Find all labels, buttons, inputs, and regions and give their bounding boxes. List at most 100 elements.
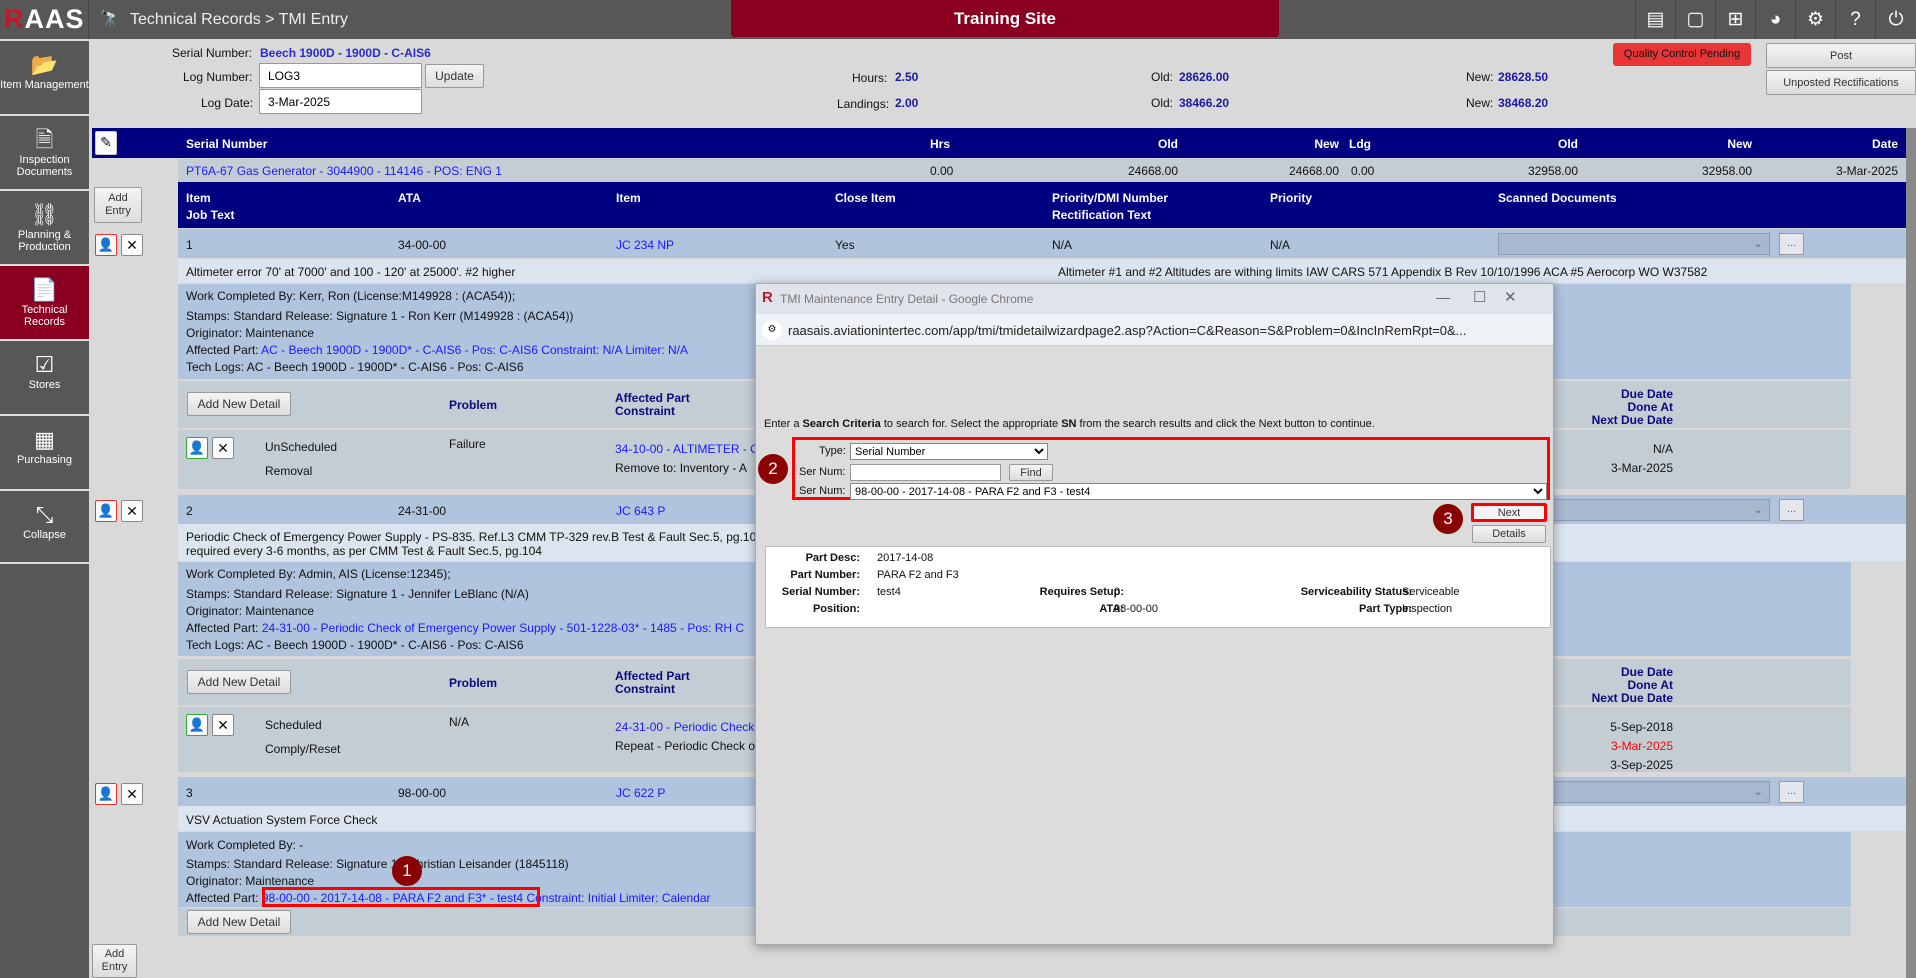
sidebar-item-inspection-documents[interactable]: 🗎 Inspection Documents (0, 114, 89, 189)
log-date-input[interactable] (259, 89, 422, 114)
post-button[interactable]: Post (1766, 43, 1916, 68)
entry-jc-link[interactable]: JC 622 P (616, 786, 665, 800)
user-search-icon[interactable]: 👤 (95, 783, 117, 805)
sidebar-item-stores[interactable]: ☑ Stores (0, 339, 89, 414)
serial-number-value[interactable]: Beech 1900D - 1900D - C-AIS6 (260, 46, 431, 60)
ser-num-input[interactable] (850, 464, 1001, 481)
pie-chart-icon[interactable]: ◕ (1755, 0, 1795, 39)
scanned-documents-browse-button[interactable]: ... (1779, 781, 1804, 803)
add-entry-button-bottom[interactable]: Add Entry (92, 944, 137, 978)
col-ldg-new: New (1727, 137, 1752, 151)
col-dmi-number: Priority/DMI Number (1052, 191, 1169, 205)
user-search-icon[interactable]: 👤 (186, 714, 208, 736)
raas-logo[interactable]: RAAS (0, 0, 89, 39)
sidebar-label: Purchasing (16, 454, 73, 466)
scrollbar[interactable] (1906, 128, 1916, 978)
user-search-icon[interactable]: 👤 (95, 234, 117, 256)
scanned-documents-browse-button[interactable]: ... (1779, 233, 1804, 255)
component-ldg-old: 32958.00 (1527, 164, 1578, 178)
affected-part-link[interactable]: 24-31-00 - Periodic Check of Emergency P… (262, 621, 744, 635)
landings-value: 2.00 (895, 96, 919, 110)
entry-number: 3 (186, 786, 193, 800)
next-button[interactable]: Next (1471, 503, 1547, 522)
component-ldg: 0.00 (1351, 164, 1375, 178)
log-number-input[interactable] (259, 63, 422, 88)
component-date: 3-Mar-2025 (1835, 164, 1898, 178)
entry-ata: 98-00-00 (398, 786, 447, 800)
clipboard-check-icon: ☑ (34, 352, 55, 377)
detail-part-link[interactable]: 24-31-00 - Periodic Check (615, 720, 754, 734)
originator: Originator: Maintenance (186, 874, 315, 888)
add-box-icon[interactable]: ⊞ (1715, 0, 1755, 39)
add-new-detail-button[interactable]: Add New Detail (187, 670, 291, 694)
col-hrs-new: New (1314, 137, 1339, 151)
entry-jc-link[interactable]: JC 234 NP (616, 238, 674, 252)
delete-entry-button[interactable]: ✕ (121, 500, 143, 522)
power-icon[interactable]: ⏻ (1875, 0, 1916, 39)
col-rectification-text: Rectification Text (1052, 208, 1152, 222)
serial-number-value: test4 (877, 586, 901, 598)
comment-icon[interactable]: ▢ (1675, 0, 1715, 39)
landings-new-label: New: (1466, 96, 1494, 110)
delete-detail-button[interactable]: ✕ (212, 437, 234, 459)
tmi-detail-popup-window: R TMI Maintenance Entry Detail - Google … (755, 283, 1554, 945)
minimize-icon[interactable]: — (1436, 289, 1450, 305)
sidebar-item-collapse[interactable]: ⤡ Collapse (0, 489, 89, 564)
user-search-icon[interactable]: 👤 (95, 500, 117, 522)
detail-next-due-date: 3-Sep-2025 (1610, 758, 1673, 772)
update-button[interactable]: Update (425, 64, 484, 88)
flow-icon: ⛓ (30, 202, 59, 227)
stamps: Stamps: Standard Release: Signature 1 - … (186, 857, 569, 871)
col-ldg: Ldg (1349, 137, 1371, 151)
site-info-icon[interactable]: ⚙ (762, 320, 782, 340)
popup-address-bar: ⚙ raasais.aviationintertec.com/app/tmi/t… (756, 314, 1553, 346)
find-button[interactable]: Find (1009, 464, 1053, 481)
rectification-text: Altimeter #1 and #2 Altitudes are within… (1058, 265, 1708, 279)
scanned-documents-browse-button[interactable]: ... (1779, 499, 1804, 521)
work-completed: Work Completed By: - (186, 838, 304, 852)
sidebar-item-technical-records[interactable]: 📄 Technical Records (0, 264, 89, 339)
user-search-icon[interactable]: 👤 (186, 437, 208, 459)
affected-part-link[interactable]: AC - Beech 1900D - 1900D* - C-AIS6 - Pos… (261, 343, 688, 357)
component-hrs-new: 24668.00 (1288, 164, 1339, 178)
popup-url[interactable]: raasais.aviationintertec.com/app/tmi/tmi… (788, 323, 1467, 338)
col-due-date: Due Date (1620, 387, 1673, 401)
component-table-header (92, 128, 1906, 158)
col-priority: Priority (1270, 191, 1313, 205)
sidebar-item-item-management[interactable]: 📂 Item Management (0, 39, 89, 114)
part-desc-value: 2017-14-08 (877, 552, 934, 564)
scanned-documents-select[interactable]: ⌄ (1498, 233, 1770, 255)
type-select[interactable]: Serial Number (850, 443, 1048, 460)
binoculars-icon: 🔭 (100, 11, 120, 28)
ser-num-select[interactable]: 98-00-00 - 2017-14-08 - PARA F2 and F3 -… (850, 483, 1547, 500)
close-icon[interactable]: ✕ (1504, 288, 1517, 306)
maximize-icon[interactable]: ☐ (1473, 288, 1486, 306)
component-serial-link[interactable]: PT6A-67 Gas Generator - 3044900 - 114146… (186, 164, 502, 178)
col-hrs: Hrs (930, 137, 951, 151)
details-button[interactable]: Details (1472, 525, 1546, 543)
help-icon[interactable]: ? (1835, 0, 1875, 39)
sidebar-label: Technical Records (21, 304, 68, 328)
sidebar-item-planning[interactable]: ⛓ Planning & Production (0, 189, 89, 264)
delete-entry-button[interactable]: ✕ (121, 234, 143, 256)
delete-entry-button[interactable]: ✕ (121, 783, 143, 805)
col-done-at: Done At (1627, 400, 1673, 414)
settings-icon[interactable]: ⚙ (1795, 0, 1835, 39)
col-hrs-old: Old (1158, 137, 1178, 151)
unposted-rectifications-button[interactable]: Unposted Rectifications (1766, 70, 1916, 95)
col-affected-part: Affected Part (615, 669, 690, 683)
detail-part-link[interactable]: 34-10-00 - ALTIMETER - C (615, 442, 759, 456)
add-entry-button[interactable]: Add Entry (94, 187, 142, 223)
hours-new-value: 28628.50 (1498, 70, 1549, 84)
add-new-detail-button[interactable]: Add New Detail (187, 910, 291, 934)
add-new-detail-button[interactable]: Add New Detail (187, 392, 291, 416)
serial-number-label: Serial Number: (172, 46, 253, 60)
instr-text-bold: SN (1061, 418, 1077, 430)
sidebar-item-purchasing[interactable]: ▦ Purchasing (0, 414, 89, 489)
entry-jc-link[interactable]: JC 643 P (616, 504, 665, 518)
serviceability-value: Serviceable (1402, 586, 1460, 598)
delete-detail-button[interactable]: ✕ (212, 714, 234, 736)
contact-card-icon[interactable]: ▤ (1635, 0, 1675, 39)
annotation-badge-1: 1 (392, 856, 422, 886)
edit-pencil-icon[interactable]: ✎ (95, 131, 117, 155)
